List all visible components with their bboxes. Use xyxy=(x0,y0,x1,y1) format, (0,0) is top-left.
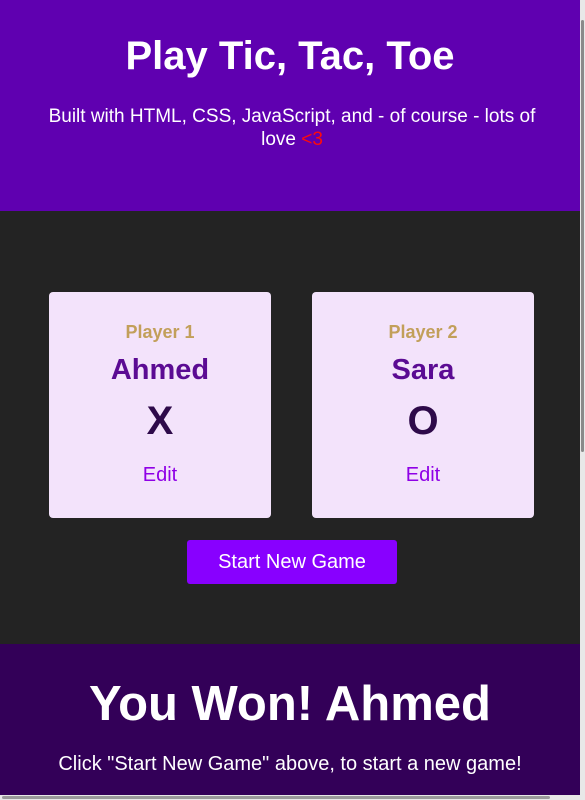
vertical-scrollbar[interactable] xyxy=(580,0,585,800)
start-new-game-button[interactable]: Start New Game xyxy=(187,540,397,584)
vertical-scrollbar-thumb[interactable] xyxy=(581,20,584,452)
subtitle-text: Built with HTML, CSS, JavaScript, and - … xyxy=(48,106,536,150)
player-name: Sara xyxy=(391,354,455,386)
player-card-2: Player 2 Sara O Edit xyxy=(312,292,534,518)
heart-text: <3 xyxy=(301,129,323,150)
player-name: Ahmed xyxy=(110,354,210,386)
horizontal-scrollbar-thumb[interactable] xyxy=(2,796,550,799)
game-over-title: You Won! Ahmed xyxy=(89,677,491,731)
game-over-message: Click "Start New Game" above, to start a… xyxy=(58,753,522,775)
player-symbol: X xyxy=(146,399,174,443)
player-symbol: O xyxy=(407,399,439,443)
page-subtitle: Built with HTML, CSS, JavaScript, and - … xyxy=(30,105,554,151)
player-card-1: Player 1 Ahmed X Edit xyxy=(49,292,271,518)
edit-player-2-button[interactable]: Edit xyxy=(406,463,440,487)
player-label: Player 1 xyxy=(125,322,195,342)
main-header: Play Tic, Tac, Toe Built with HTML, CSS,… xyxy=(0,0,580,211)
horizontal-scrollbar[interactable] xyxy=(0,795,580,800)
player-label: Player 2 xyxy=(388,322,458,342)
page-title: Play Tic, Tac, Toe xyxy=(125,34,455,78)
edit-player-1-button[interactable]: Edit xyxy=(143,463,177,487)
game-over-section: You Won! Ahmed Click "Start New Game" ab… xyxy=(0,644,580,800)
